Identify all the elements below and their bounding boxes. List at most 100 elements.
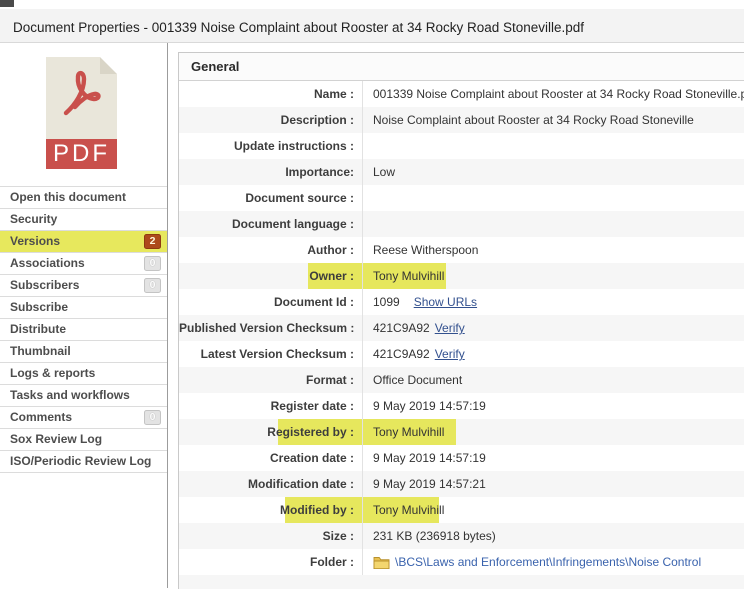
property-value: Noise Complaint about Rooster at 34 Rock… bbox=[362, 107, 744, 133]
property-value: 421C9A92 Verify bbox=[362, 341, 744, 367]
pdf-file-icon: PDF bbox=[46, 57, 117, 169]
folder-path-text: \BCS\Laws and Enforcement\Infringements\… bbox=[395, 549, 701, 575]
property-row-document-language: Document language : bbox=[179, 211, 744, 237]
sidebar-item-open-this-document[interactable]: Open this document bbox=[0, 187, 167, 209]
sidebar-item-label: Subscribers bbox=[10, 278, 79, 292]
property-row-importance: Importance: Low bbox=[179, 159, 744, 185]
sidebar-item-label: Open this document bbox=[10, 190, 126, 204]
property-value: 231 KB (236918 bytes) bbox=[362, 523, 744, 549]
property-row-update-instructions: Update instructions : bbox=[179, 133, 744, 159]
property-label: Published Version Checksum : bbox=[179, 315, 362, 341]
property-row-registered-by: Registered by : Tony Mulvihill bbox=[179, 419, 744, 445]
title-bar: Document Properties - 001339 Noise Compl… bbox=[0, 0, 744, 43]
property-row-modified-by: Modified by : Tony Mulvihill bbox=[179, 497, 744, 523]
sidebar-menu: Open this document Security 2 Versions 0… bbox=[0, 186, 167, 473]
property-row-document-source: Document source : bbox=[179, 185, 744, 211]
checksum-value: 421C9A92 bbox=[373, 341, 430, 367]
property-label: Description : bbox=[179, 107, 362, 133]
property-row-owner: Owner : Tony Mulvihill bbox=[179, 263, 744, 289]
property-label: Creation date : bbox=[179, 445, 362, 471]
property-label: Owner : bbox=[179, 263, 362, 289]
property-value: 421C9A92 Verify bbox=[362, 315, 744, 341]
property-row-description: Description : Noise Complaint about Roos… bbox=[179, 107, 744, 133]
sidebar-item-label: Security bbox=[10, 212, 57, 226]
property-label: Register date : bbox=[179, 393, 362, 419]
property-value: 9 May 2019 14:57:21 bbox=[362, 471, 744, 497]
property-label: Size : bbox=[179, 523, 362, 549]
property-row-document-id: Document Id : 1099 Show URLs bbox=[179, 289, 744, 315]
show-urls-link[interactable]: Show URLs bbox=[414, 289, 477, 315]
folder-path-link[interactable]: \BCS\Laws and Enforcement\Infringements\… bbox=[373, 549, 701, 575]
property-label: Folder : bbox=[179, 549, 362, 575]
folder-icon bbox=[373, 556, 390, 569]
sidebar-item-label: Tasks and workflows bbox=[10, 388, 130, 402]
sidebar-item-label: Distribute bbox=[10, 322, 66, 336]
property-value: \BCS\Laws and Enforcement\Infringements\… bbox=[362, 549, 744, 575]
sidebar-item-distribute[interactable]: Distribute bbox=[0, 319, 167, 341]
property-row-modification-date: Modification date : 9 May 2019 14:57:21 bbox=[179, 471, 744, 497]
sidebar-item-iso-periodic-review-log[interactable]: ISO/Periodic Review Log bbox=[0, 451, 167, 473]
section-title: General bbox=[179, 53, 744, 81]
sidebar-item-versions[interactable]: 2 Versions bbox=[0, 231, 167, 253]
sidebar-item-label: Versions bbox=[10, 234, 60, 248]
sidebar-item-logs-and-reports[interactable]: Logs & reports bbox=[0, 363, 167, 385]
property-value bbox=[362, 185, 744, 211]
property-label: Document Id : bbox=[179, 289, 362, 315]
property-value: Tony Mulvihill bbox=[362, 263, 744, 289]
property-label: Registered by : bbox=[179, 419, 362, 445]
sidebar-item-sox-review-log[interactable]: Sox Review Log bbox=[0, 429, 167, 451]
sidebar-item-comments[interactable]: 0 Comments bbox=[0, 407, 167, 429]
property-label: Author : bbox=[179, 237, 362, 263]
sidebar-item-security[interactable]: Security bbox=[0, 209, 167, 231]
property-row-creation-date: Creation date : 9 May 2019 14:57:19 bbox=[179, 445, 744, 471]
property-value: 9 May 2019 14:57:19 bbox=[362, 445, 744, 471]
sidebar-item-thumbnail[interactable]: Thumbnail bbox=[0, 341, 167, 363]
property-label: Format : bbox=[179, 367, 362, 393]
sidebar-item-label: Subscribe bbox=[10, 300, 68, 314]
property-label: Latest Version Checksum : bbox=[179, 341, 362, 367]
document-id-value: 1099 bbox=[373, 289, 400, 315]
verify-link[interactable]: Verify bbox=[435, 315, 465, 341]
sidebar-item-subscribe[interactable]: Subscribe bbox=[0, 297, 167, 319]
property-value: Tony Mulvihill bbox=[362, 497, 744, 523]
property-value: Low bbox=[362, 159, 744, 185]
property-value bbox=[362, 211, 744, 237]
property-row-author: Author : Reese Witherspoon bbox=[179, 237, 744, 263]
pdf-type-label: PDF bbox=[46, 139, 117, 169]
window-title: Document Properties - 001339 Noise Compl… bbox=[13, 20, 584, 35]
property-row-published-version-checksum: Published Version Checksum : 421C9A92 Ve… bbox=[179, 315, 744, 341]
property-value: Reese Witherspoon bbox=[362, 237, 744, 263]
property-value: 9 May 2019 14:57:19 bbox=[362, 393, 744, 419]
property-row-folder: Folder : \BCS\Laws and Enforcement\Infri… bbox=[179, 549, 744, 575]
sidebar-item-label: ISO/Periodic Review Log bbox=[10, 454, 151, 468]
sidebar: PDF Open this document Security 2 Versio… bbox=[0, 43, 168, 588]
property-value: Office Document bbox=[362, 367, 744, 393]
property-value: 1099 Show URLs bbox=[362, 289, 744, 315]
sidebar-item-label: Thumbnail bbox=[10, 344, 71, 358]
versions-count-badge: 2 bbox=[144, 234, 161, 249]
property-label: Document source : bbox=[179, 185, 362, 211]
sidebar-item-label: Associations bbox=[10, 256, 85, 270]
empty-trailing-row bbox=[179, 575, 744, 589]
associations-count-badge: 0 bbox=[144, 256, 161, 271]
verify-link[interactable]: Verify bbox=[435, 341, 465, 367]
property-label: Name : bbox=[179, 81, 362, 107]
property-value bbox=[362, 133, 744, 159]
property-row-size: Size : 231 KB (236918 bytes) bbox=[179, 523, 744, 549]
sidebar-item-label: Sox Review Log bbox=[10, 432, 102, 446]
property-label: Importance: bbox=[179, 159, 362, 185]
property-label: Modified by : bbox=[179, 497, 362, 523]
comments-count-badge: 0 bbox=[144, 410, 161, 425]
sidebar-item-subscribers[interactable]: 0 Subscribers bbox=[0, 275, 167, 297]
sidebar-item-tasks-and-workflows[interactable]: Tasks and workflows bbox=[0, 385, 167, 407]
sidebar-item-associations[interactable]: 0 Associations bbox=[0, 253, 167, 275]
browser-corner-fragment bbox=[0, 0, 14, 7]
property-label: Update instructions : bbox=[179, 133, 362, 159]
property-value: Tony Mulvihill bbox=[362, 419, 744, 445]
adobe-ribbon-icon bbox=[58, 65, 105, 121]
property-label: Modification date : bbox=[179, 471, 362, 497]
property-row-format: Format : Office Document bbox=[179, 367, 744, 393]
checksum-value: 421C9A92 bbox=[373, 315, 430, 341]
title-bar-top-strip bbox=[0, 0, 744, 9]
sidebar-item-label: Logs & reports bbox=[10, 366, 95, 380]
